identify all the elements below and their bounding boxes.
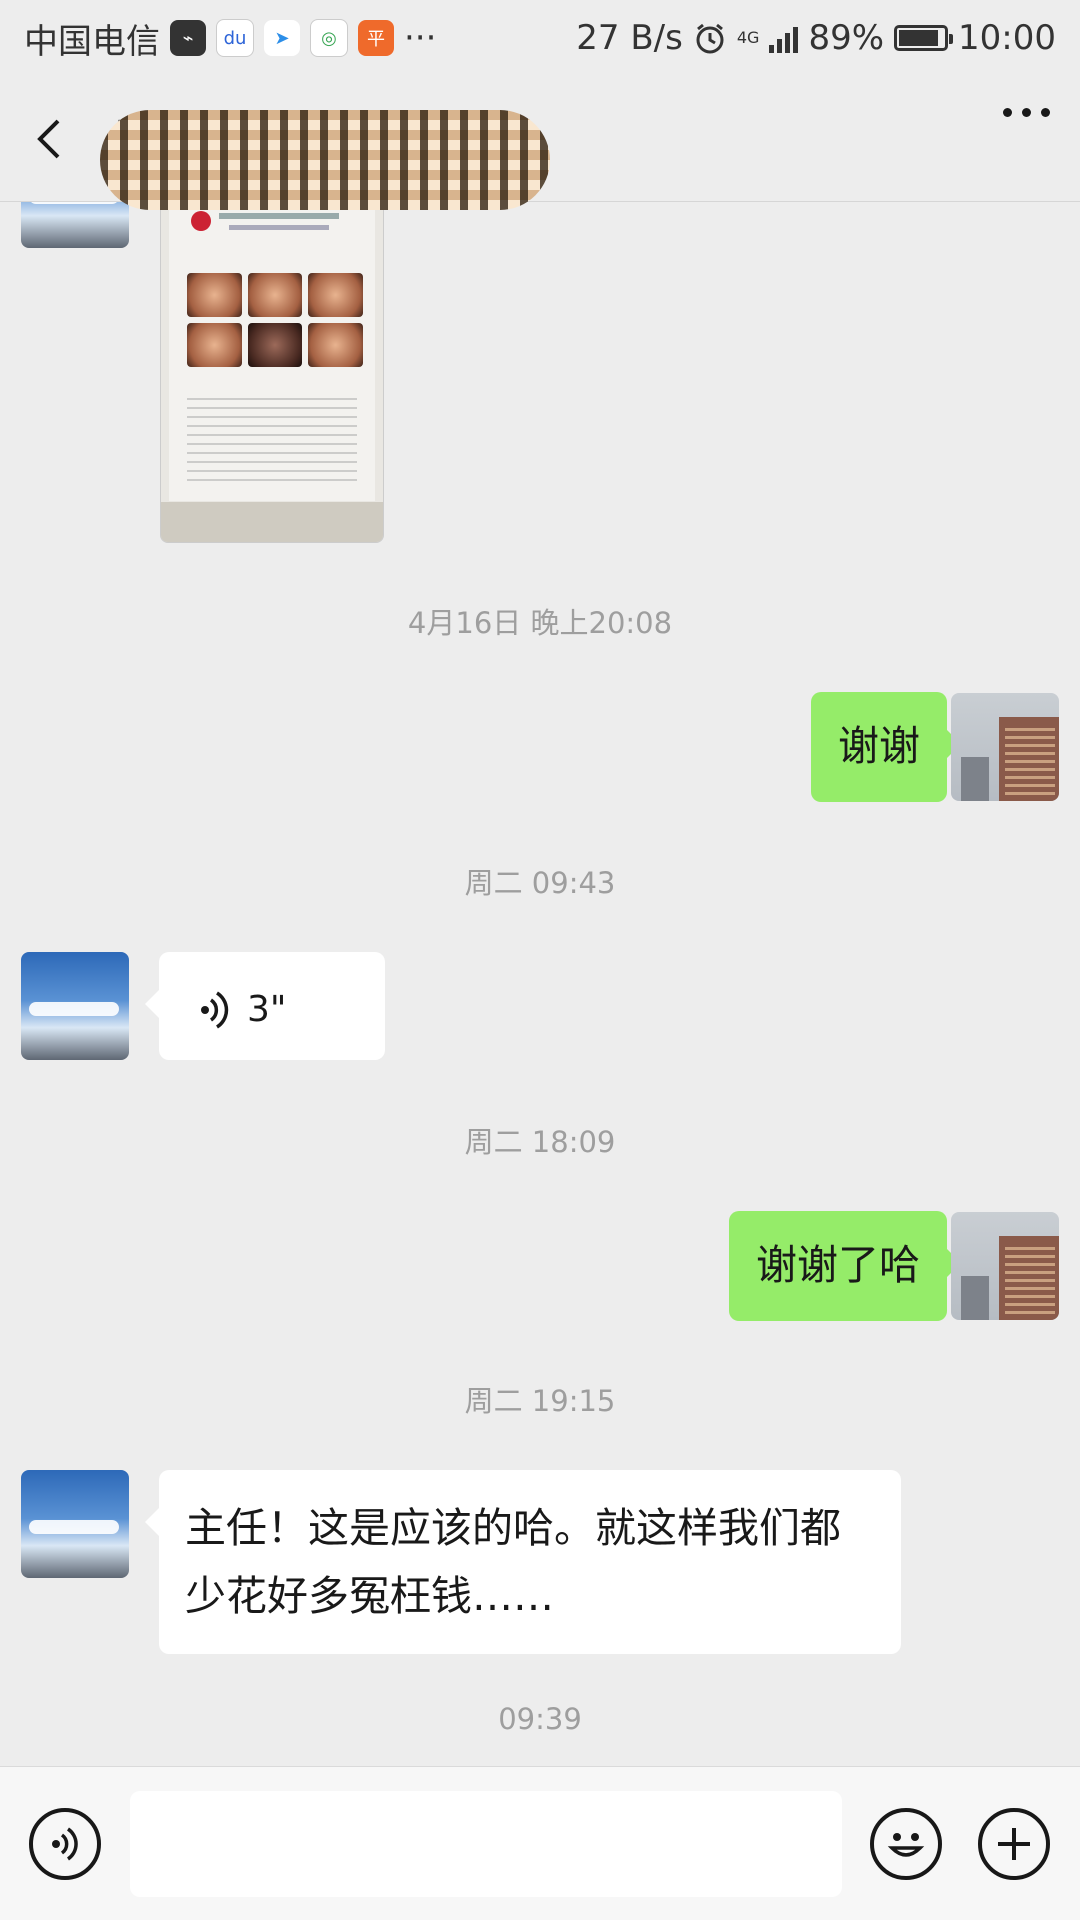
their-message-bubble[interactable]: 主任！这是应该的哈。就这样我们都少花好多冤枉钱…… bbox=[145, 1470, 901, 1654]
pingan-icon: 平 bbox=[358, 20, 394, 56]
baidu-icon: du bbox=[216, 19, 254, 57]
chevron-left-icon bbox=[37, 119, 60, 158]
message-input[interactable] bbox=[130, 1791, 842, 1897]
browser-icon: ◎ bbox=[310, 19, 348, 57]
clock: 10:00 bbox=[958, 18, 1056, 58]
message-text: 谢谢了哈 bbox=[756, 1241, 920, 1289]
send-icon: ➤ bbox=[264, 20, 300, 56]
message-timestamp: 周二 09:43 bbox=[464, 866, 616, 900]
message-timestamp: 4月16日 晚上20:08 bbox=[407, 606, 673, 640]
alarm-icon bbox=[696, 23, 724, 54]
redaction-mask bbox=[100, 110, 550, 210]
more-options-button[interactable] bbox=[1003, 108, 1050, 117]
status-right: 27 B/s 4G 89% 10:00 bbox=[576, 18, 1056, 58]
dot-icon bbox=[1041, 108, 1050, 117]
dot-icon bbox=[1003, 108, 1012, 117]
message-timestamp: 周二 18:09 bbox=[464, 1125, 616, 1159]
input-bar bbox=[0, 1766, 1080, 1920]
more-notifications: ··· bbox=[404, 18, 437, 58]
voice-icon bbox=[52, 1827, 78, 1861]
battery-icon bbox=[894, 25, 954, 51]
my-message-bubble[interactable]: 谢谢 bbox=[811, 692, 961, 802]
emoji-button[interactable] bbox=[870, 1808, 942, 1880]
voice-message-bubble[interactable]: 3" bbox=[145, 952, 385, 1060]
add-more-button[interactable] bbox=[978, 1808, 1050, 1880]
status-bar: 中国电信 ⌁ du ➤ ◎ 平 ··· 27 B/s 4G 89% 10:00 bbox=[0, 0, 1080, 76]
contact-avatar[interactable] bbox=[21, 952, 129, 1060]
voice-wave-icon bbox=[201, 991, 229, 1029]
signal-icon bbox=[769, 23, 799, 53]
back-button[interactable] bbox=[0, 89, 100, 189]
status-left: 中国电信 ⌁ du ➤ ◎ 平 ··· bbox=[24, 14, 436, 63]
my-avatar[interactable] bbox=[951, 1212, 1059, 1320]
image-message[interactable] bbox=[160, 200, 384, 543]
message-text: 主任！这是应该的哈。就这样我们都少花好多冤枉钱…… bbox=[185, 1504, 841, 1620]
message-timestamp: 周二 19:15 bbox=[464, 1384, 616, 1418]
carrier-label: 中国电信 bbox=[24, 21, 160, 62]
activity-icon: ⌁ bbox=[170, 20, 206, 56]
smiley-icon bbox=[887, 1833, 925, 1857]
network-type: 4G bbox=[736, 28, 760, 47]
message-timestamp: 09:39 bbox=[498, 1702, 582, 1736]
plus-icon bbox=[998, 1828, 1030, 1860]
my-avatar[interactable] bbox=[951, 693, 1059, 801]
voice-duration: 3" bbox=[247, 989, 287, 1030]
net-speed: 27 B/s bbox=[576, 18, 683, 58]
my-message-bubble[interactable]: 谢谢了哈 bbox=[729, 1211, 961, 1321]
battery-percent: 89% bbox=[808, 18, 885, 58]
dot-icon bbox=[1022, 108, 1031, 117]
contact-avatar[interactable] bbox=[21, 1470, 129, 1578]
report-photo bbox=[169, 201, 375, 501]
message-text: 谢谢 bbox=[838, 722, 920, 770]
voice-input-button[interactable] bbox=[29, 1808, 101, 1880]
